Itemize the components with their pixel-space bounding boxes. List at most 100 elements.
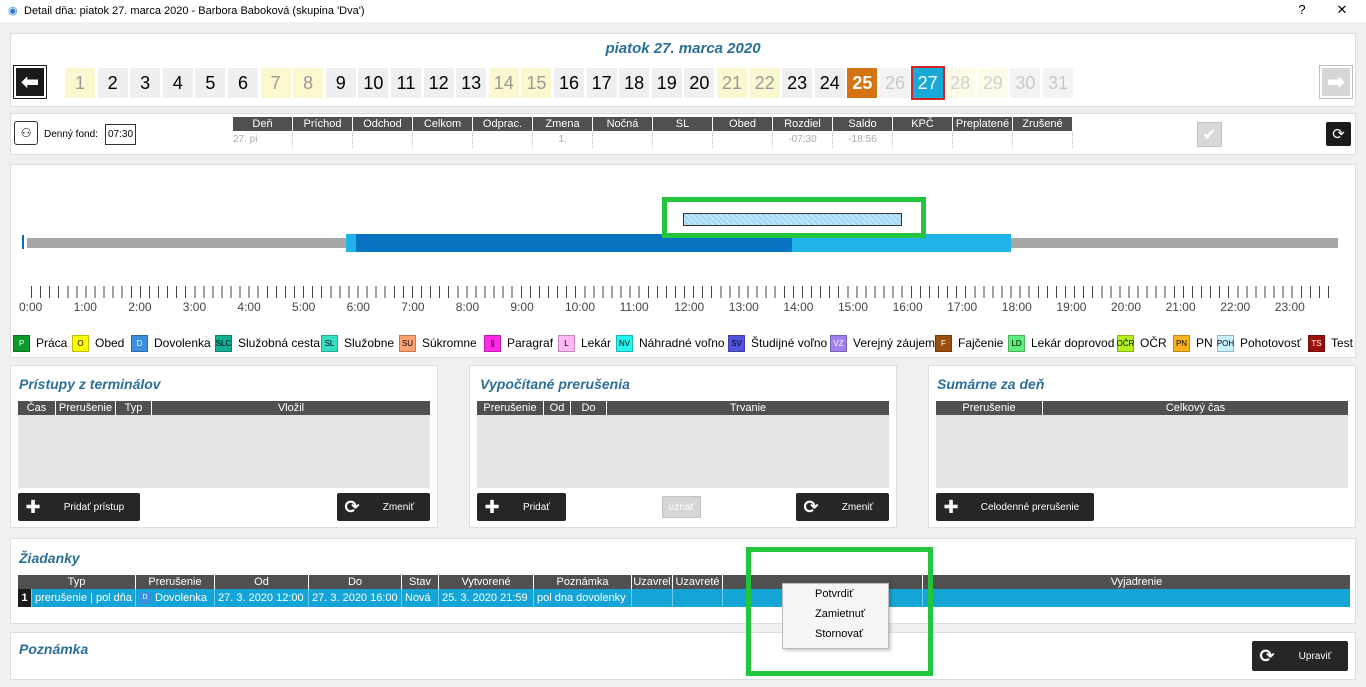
column-header[interactable]: Od bbox=[544, 401, 571, 415]
refresh-button[interactable]: ⟳ bbox=[1326, 122, 1351, 146]
timeline-segment-edge bbox=[346, 234, 356, 252]
next-month-button[interactable]: ➡ bbox=[1319, 65, 1353, 99]
day-21[interactable]: 21 bbox=[717, 68, 747, 98]
legend-item: SL Služobne bbox=[321, 334, 394, 352]
day-8[interactable]: 8 bbox=[293, 68, 324, 98]
change-access-button[interactable]: ⟳ Zmeniť bbox=[337, 493, 430, 521]
col-uzavrete[interactable]: Uzavreté bbox=[673, 575, 723, 589]
column-header[interactable]: Celkový čas bbox=[1043, 401, 1348, 415]
day-19[interactable]: 19 bbox=[651, 68, 682, 98]
full-day-break-button[interactable]: ✚ Celodenné prerušenie bbox=[936, 493, 1094, 521]
change-break-button[interactable]: ⟳ Zmeniť bbox=[796, 493, 889, 521]
table-row[interactable]: 1 prerušenie | pol dňa D Dovolenka 27. 3.… bbox=[18, 589, 1350, 607]
col-od[interactable]: Od bbox=[215, 575, 309, 589]
branch-icon[interactable]: ⚇ bbox=[14, 121, 38, 145]
summary-cell-9: -07:30 bbox=[773, 131, 833, 148]
col-poznamka[interactable]: Poznámka bbox=[534, 575, 632, 589]
previous-month-button[interactable]: ⬅ bbox=[13, 65, 47, 99]
prerusenia-table: Prerušenie Od Do Trvanie bbox=[477, 401, 889, 415]
day-27[interactable]: 27 bbox=[910, 66, 945, 100]
legend-swatch: OČR bbox=[1117, 334, 1134, 352]
help-button[interactable]: ? bbox=[1292, 2, 1312, 17]
day-23[interactable]: 23 bbox=[782, 68, 813, 98]
day-4[interactable]: 4 bbox=[162, 68, 193, 98]
add-break-button[interactable]: ✚ Pridať bbox=[477, 493, 566, 521]
hour-label: 17:00 bbox=[947, 300, 978, 314]
col-stav[interactable]: Stav bbox=[402, 575, 439, 589]
day-5[interactable]: 5 bbox=[195, 68, 226, 98]
app-icon: ◉ bbox=[8, 5, 18, 17]
day-11[interactable]: 11 bbox=[391, 68, 421, 98]
column-header[interactable]: Čas bbox=[18, 401, 56, 415]
legend-item: NV Náhradné voľno bbox=[616, 334, 725, 352]
day-6[interactable]: 6 bbox=[228, 68, 258, 98]
pristupy-table: Čas Prerušenie Typ Vložil bbox=[18, 401, 430, 415]
summary-cell-7 bbox=[653, 131, 713, 148]
legend-swatch: VZ bbox=[830, 334, 847, 352]
summary-cell-1 bbox=[293, 131, 353, 148]
column-header[interactable]: Vložil bbox=[152, 401, 430, 415]
pristupy-table-header: Čas Prerušenie Typ Vložil bbox=[18, 401, 430, 415]
day-12[interactable]: 12 bbox=[423, 68, 454, 98]
legend-label: Súkromne bbox=[422, 336, 477, 350]
add-access-button[interactable]: ✚ Pridať prístup bbox=[18, 493, 140, 521]
timeline-panel bbox=[10, 164, 1356, 358]
cell-uzavrete bbox=[673, 589, 723, 607]
column-header[interactable]: Prerušenie bbox=[56, 401, 116, 415]
day-18[interactable]: 18 bbox=[619, 68, 650, 98]
day-25[interactable]: 25 bbox=[847, 68, 878, 98]
col-prerusenie[interactable]: Prerušenie bbox=[136, 575, 215, 589]
hour-label: 14:00 bbox=[783, 300, 814, 314]
day-1[interactable]: 1 bbox=[65, 68, 95, 98]
summary-col-13: Zrušené bbox=[1013, 117, 1073, 131]
hour-label: 18:00 bbox=[1001, 300, 1032, 314]
legend-item: SV Študijné voľno bbox=[728, 334, 827, 352]
col-vytvorene[interactable]: Vytvorené bbox=[439, 575, 534, 589]
col-typ[interactable]: Typ bbox=[18, 575, 136, 589]
hour-label: 2:00 bbox=[128, 300, 152, 314]
close-button[interactable]: ✕ bbox=[1332, 2, 1352, 18]
day-3[interactable]: 3 bbox=[130, 68, 161, 98]
hour-label: 20:00 bbox=[1111, 300, 1142, 314]
legend-label: Študijné voľno bbox=[751, 336, 828, 350]
day-13[interactable]: 13 bbox=[456, 68, 487, 98]
confirm-button[interactable]: ✔ bbox=[1197, 122, 1222, 147]
day-14[interactable]: 14 bbox=[488, 68, 519, 98]
legend-label: Test bbox=[1331, 336, 1354, 350]
col-vyjadrenie[interactable]: Vyjadrenie bbox=[923, 575, 1350, 589]
column-header[interactable]: Prerušenie bbox=[936, 401, 1043, 415]
day-20[interactable]: 20 bbox=[684, 68, 715, 98]
col-uzavrel[interactable]: Uzavrel bbox=[632, 575, 673, 589]
arrow-right-icon: ➡ bbox=[1326, 69, 1346, 94]
column-header[interactable]: Prerušenie bbox=[477, 401, 544, 415]
legend-item: P Práca bbox=[13, 334, 67, 352]
column-header[interactable]: Trvanie bbox=[607, 401, 889, 415]
day-9[interactable]: 9 bbox=[325, 68, 356, 98]
column-header[interactable]: Typ bbox=[116, 401, 152, 415]
day-7[interactable]: 7 bbox=[260, 68, 291, 98]
column-header[interactable]: Do bbox=[571, 401, 607, 415]
hour-label: 6:00 bbox=[346, 300, 370, 314]
approve-break-button[interactable]: uznať bbox=[662, 496, 701, 518]
day-10[interactable]: 10 bbox=[358, 68, 389, 98]
legend-swatch: SL bbox=[321, 334, 338, 352]
day-24[interactable]: 24 bbox=[814, 68, 845, 98]
day-22[interactable]: 22 bbox=[749, 68, 780, 98]
sumarne-table-header: Prerušenie Celkový čas bbox=[936, 401, 1348, 415]
cell-prerusenie-label: Dovolenka bbox=[155, 592, 207, 604]
day-16[interactable]: 16 bbox=[554, 68, 584, 98]
summary-col-9: Rozdiel bbox=[773, 117, 833, 131]
summary-cell-10: -18:56 bbox=[833, 131, 893, 148]
day-17[interactable]: 17 bbox=[586, 68, 617, 98]
day-15[interactable]: 15 bbox=[521, 68, 552, 98]
fund-input[interactable]: 07:30 bbox=[105, 124, 136, 145]
legend-label: PN bbox=[1196, 336, 1213, 350]
legend-swatch: P bbox=[13, 334, 30, 352]
day-2[interactable]: 2 bbox=[97, 68, 128, 98]
legend-item: VZ Verejný záujem bbox=[830, 334, 935, 352]
change-break-label: Zmeniť bbox=[841, 501, 874, 513]
edit-note-button[interactable]: ⟳ Upraviť bbox=[1252, 641, 1348, 671]
legend-item: SU Súkromne bbox=[399, 334, 477, 352]
day-26: 26 bbox=[880, 68, 910, 98]
col-do[interactable]: Do bbox=[309, 575, 402, 589]
